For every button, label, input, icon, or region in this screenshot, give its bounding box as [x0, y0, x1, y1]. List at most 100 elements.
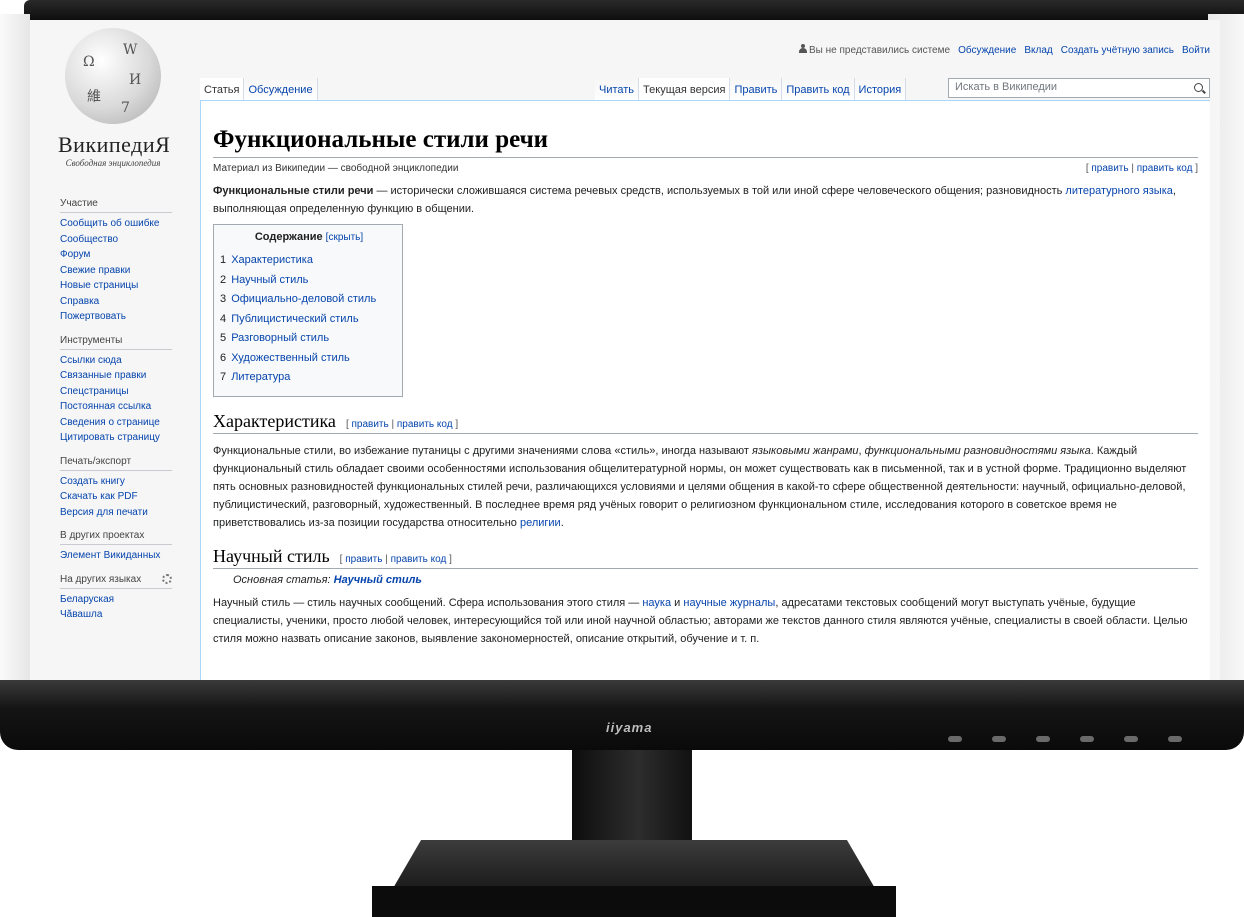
toc-toggle[interactable]: [скрыть]: [326, 232, 363, 243]
view-tabs: Читать Текущая версия Править Править ко…: [595, 78, 907, 102]
page-title: Функциональные стили речи: [213, 125, 1198, 158]
toc-item[interactable]: 4 Публицистический стиль: [220, 310, 398, 330]
lead-bold: Функциональные стили речи: [213, 185, 374, 197]
sidebar-group-languages: На других языках Беларуская Чăвашла: [60, 574, 200, 623]
sidebar-group-other-projects: В других проектах Элемент Викиданных: [60, 530, 200, 564]
monitor-button: [948, 736, 962, 742]
sidebar-item[interactable]: Форум: [60, 247, 200, 263]
toc-item[interactable]: 6 Художественный стиль: [220, 349, 398, 369]
toc-item[interactable]: 3 Официально-деловой стиль: [220, 290, 398, 310]
sidebar-item[interactable]: Сообщить об ошибке: [60, 216, 200, 232]
tab-article[interactable]: Статья: [200, 78, 245, 102]
lead-paragraph: Функциональные стили речи — исторически …: [213, 182, 1198, 218]
sidebar-item[interactable]: Беларуская: [60, 592, 200, 608]
edit-source-link[interactable]: править код: [1137, 163, 1193, 174]
sidebar-item[interactable]: Новые страницы: [60, 278, 200, 294]
create-account-link[interactable]: Создать учётную запись: [1061, 45, 1174, 56]
sidebar-heading-label: Печать/экспорт: [60, 455, 132, 467]
science-link[interactable]: наука: [642, 597, 671, 609]
monitor-brand-logo: iiyama: [606, 720, 653, 735]
sidebar-item[interactable]: Версия для печати: [60, 505, 200, 521]
not-logged-in-notice: Вы не представились системе: [799, 44, 950, 56]
monitor-button: [1168, 736, 1182, 742]
logo-wordmark: ВикипедиЯ: [58, 132, 171, 157]
toc-title: Содержание [скрыть]: [220, 231, 398, 243]
edit-link[interactable]: править: [345, 554, 382, 565]
personal-tools: Вы не представились системе Обсуждение В…: [799, 44, 1210, 56]
edit-source-link[interactable]: править код: [397, 419, 453, 430]
search-icon[interactable]: [1194, 83, 1203, 92]
sidebar-item[interactable]: Скачать как PDF: [60, 489, 200, 505]
tab-edit[interactable]: Править: [730, 78, 783, 102]
monitor-control-buttons: [948, 736, 1182, 742]
section-heading-text: Характеристика: [213, 410, 336, 431]
tab-edit-source[interactable]: Править код: [782, 78, 855, 102]
gear-icon[interactable]: [162, 574, 172, 584]
section-paragraph: Функциональные стили, во избежание путан…: [213, 444, 1187, 529]
sidebar-item[interactable]: Спецстраницы: [60, 384, 200, 400]
contributions-link[interactable]: Вклад: [1024, 45, 1052, 56]
monitor-screen: Ω W И 維 7 ВикипедиЯ Свободная энциклопед…: [30, 20, 1220, 682]
toc-item[interactable]: 5 Разговорный стиль: [220, 329, 398, 349]
edit-link[interactable]: править: [1091, 163, 1128, 174]
sidebar-item[interactable]: Создать книгу: [60, 474, 200, 490]
logo-glyph: W: [123, 42, 138, 58]
lead-text: — исторически сложившаяся система речевы…: [373, 185, 1066, 197]
toc-item[interactable]: 1 Характеристика: [220, 251, 398, 271]
talk-link[interactable]: Обсуждение: [958, 45, 1016, 56]
literary-language-link[interactable]: литературного языка: [1065, 185, 1172, 197]
edit-link[interactable]: править: [352, 419, 389, 430]
sidebar-heading: Печать/экспорт: [60, 456, 172, 471]
monitor-stand-base-front: [372, 886, 896, 917]
sidebar-heading-label: Участие: [60, 198, 98, 209]
sidebar-item[interactable]: Ссылки сюда: [60, 353, 200, 369]
section-heading-scientific-style: Научный стиль [ править | править код ]: [213, 546, 1198, 569]
login-link[interactable]: Войти: [1182, 45, 1210, 56]
sidebar-heading-label: На других языках: [60, 573, 142, 585]
section-heading-characteristics: Характеристика [ править | править код ]: [213, 411, 1198, 434]
sidebar-item[interactable]: Справка: [60, 294, 200, 310]
monitor-button: [1036, 736, 1050, 742]
wikipedia-logo[interactable]: Ω W И 維 7 ВикипедиЯ Свободная энциклопед…: [58, 28, 171, 178]
hatnote: Основная статья: Научный стиль: [233, 573, 422, 586]
tab-history[interactable]: История: [854, 78, 907, 102]
section-heading-text: Научный стиль: [213, 545, 330, 566]
not-logged-in-text: Вы не представились системе: [809, 45, 951, 56]
monitor-bezel-top: [24, 0, 1244, 20]
toc-item[interactable]: 7 Литература: [220, 368, 398, 388]
toc-heading: Содержание: [254, 231, 323, 243]
toc-item[interactable]: 2 Научный стиль: [220, 271, 398, 291]
logo-glyph: Ω: [83, 54, 95, 70]
scientific-journals-link[interactable]: научные журналы: [683, 597, 775, 609]
page-edit-links: [ править | править код ]: [1085, 163, 1198, 174]
tab-current-version[interactable]: Текущая версия: [639, 78, 731, 102]
user-icon: [799, 44, 808, 53]
sidebar-heading-label: В других проектах: [60, 530, 145, 541]
monitor-stand-neck: [572, 750, 692, 846]
main-article-link[interactable]: Научный стиль: [334, 574, 422, 586]
sidebar-item[interactable]: Сообщество: [60, 232, 200, 248]
namespace-tabs: Статья Обсуждение: [200, 78, 318, 102]
tab-talk[interactable]: Обсуждение: [244, 78, 318, 102]
sidebar-item[interactable]: Свежие правки: [60, 263, 200, 279]
table-of-contents: Содержание [скрыть] 1 Характеристика 2 Н…: [213, 224, 403, 397]
article-content: Функциональные стили речи Материал из Ви…: [200, 100, 1210, 682]
sidebar-item[interactable]: Цитировать страницу: [60, 430, 200, 446]
logo-glyph: 維: [87, 89, 101, 105]
sidebar-item[interactable]: Пожертвовать: [60, 309, 200, 325]
sidebar-item[interactable]: Элемент Викиданных: [60, 548, 200, 564]
logo-glyph: 7: [121, 100, 130, 116]
sidebar-item[interactable]: Постоянная ссылка: [60, 399, 200, 415]
tab-read[interactable]: Читать: [595, 78, 640, 102]
monitor-button: [992, 736, 1006, 742]
site-subtitle: Материал из Википедии — свободной энцикл…: [213, 163, 459, 174]
search-input[interactable]: Искать в Википедии: [948, 78, 1210, 98]
sidebar-item[interactable]: Сведения о странице: [60, 415, 200, 431]
sidebar-heading: Участие: [60, 198, 172, 213]
search-placeholder: Искать в Википедии: [955, 81, 1058, 93]
edit-source-link[interactable]: править код: [391, 554, 447, 565]
monitor-button: [1080, 736, 1094, 742]
sidebar-item[interactable]: Чăвашла: [60, 607, 200, 623]
sidebar-item[interactable]: Связанные правки: [60, 368, 200, 384]
religion-link[interactable]: религии: [520, 517, 561, 529]
